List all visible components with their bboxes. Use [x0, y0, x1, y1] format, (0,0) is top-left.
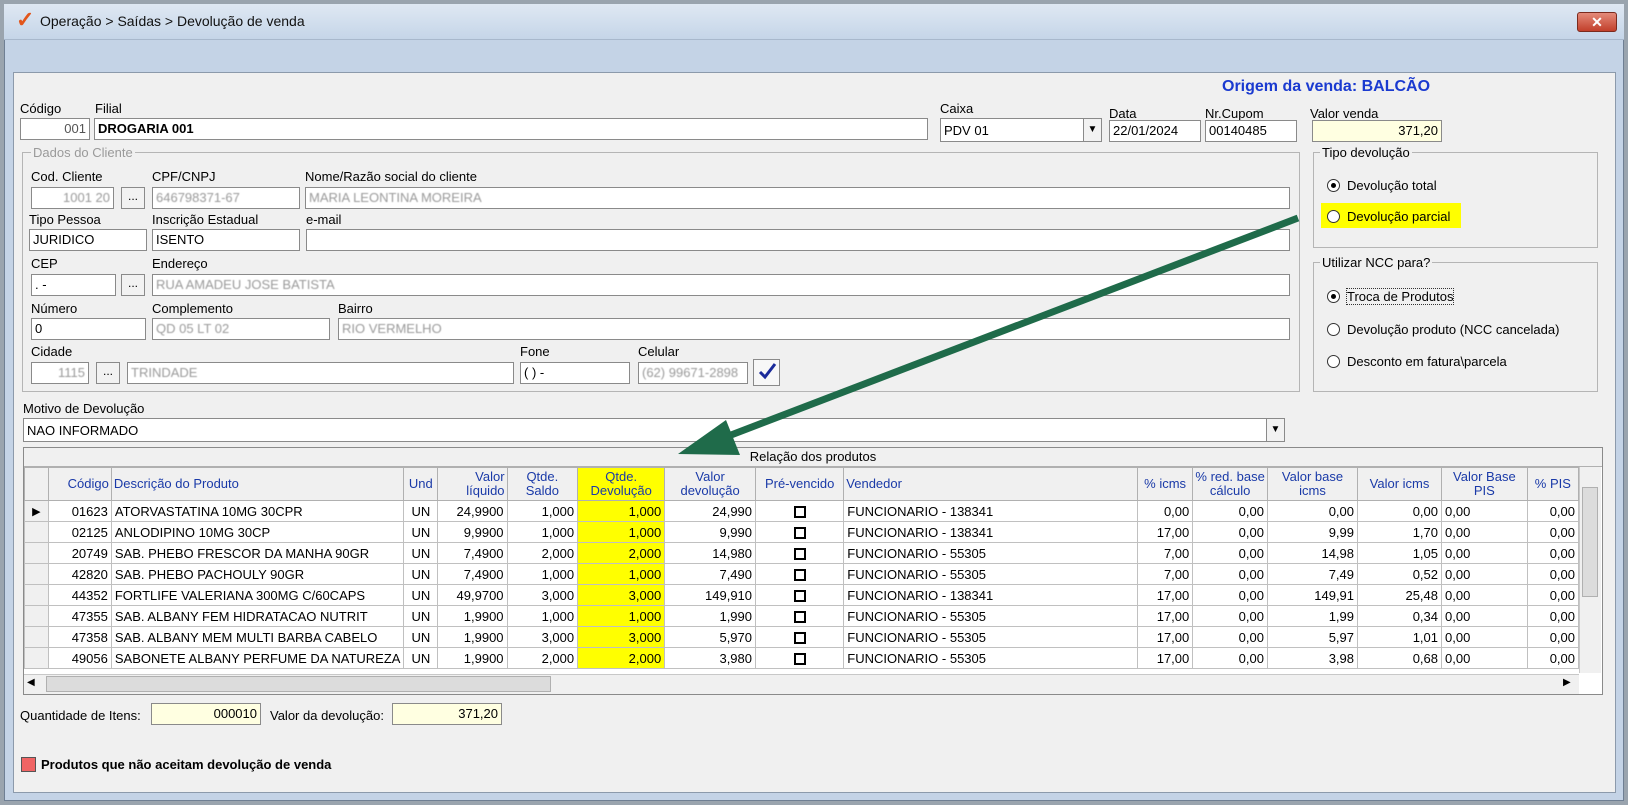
annotation-arrow-icon	[678, 214, 1300, 455]
arrow-head	[678, 420, 740, 455]
qtd-itens-label: Quantidade de Itens:	[20, 708, 141, 723]
valor-devolucao-field[interactable]: 371,20	[392, 703, 502, 725]
valor-devolucao-label: Valor da devolução:	[270, 708, 384, 723]
legend-label: Produtos que não aceitam devolução de ve…	[41, 757, 332, 772]
arrow-shaft	[716, 214, 1300, 444]
legend-swatch	[21, 757, 36, 772]
qtd-itens-field[interactable]: 000010	[151, 703, 261, 725]
